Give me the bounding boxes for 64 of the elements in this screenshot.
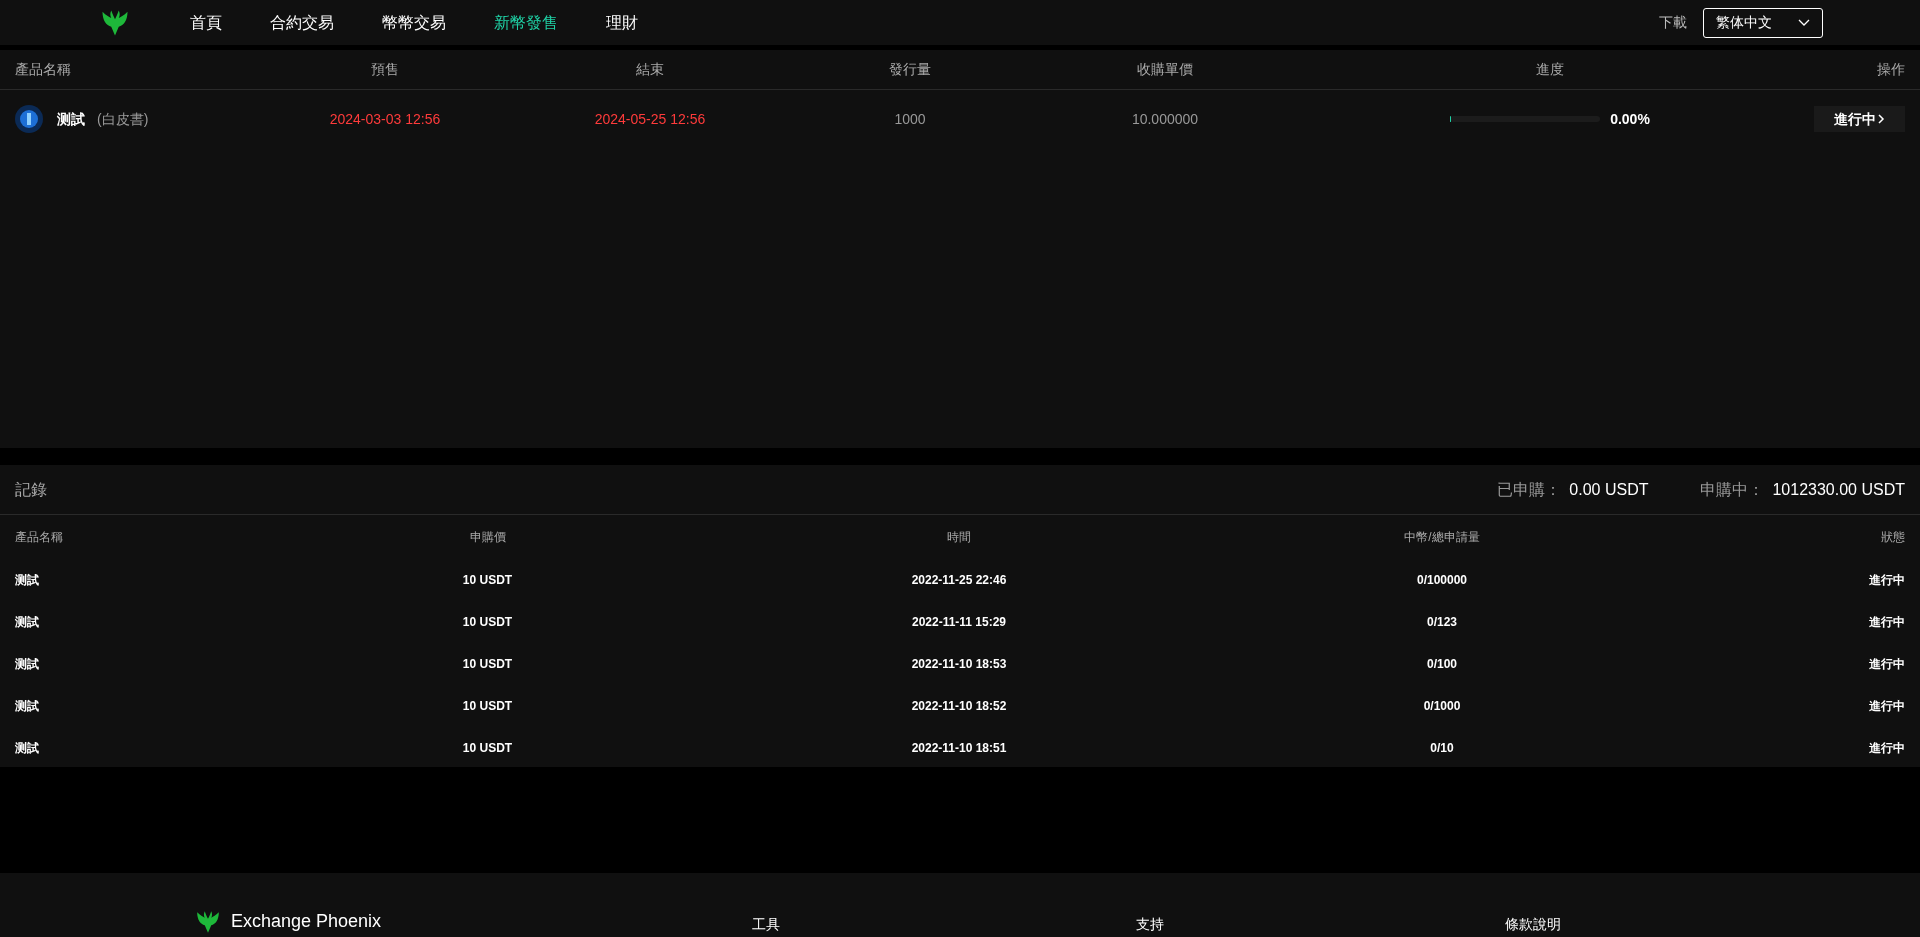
footer-heading: 支持 [1134,915,1165,934]
table-cell-text: 0/123 [1426,614,1458,631]
column-header: 中幣/總申請量 [1403,529,1481,546]
table-cell-text: 0/100 [1426,656,1458,673]
language-select[interactable]: 繁体中文 [1703,7,1823,38]
nav-link[interactable]: 幣幣交易 [382,10,446,35]
records-title: 記錄 [15,479,47,500]
table-cell-text: 進行中 [1868,656,1905,673]
column-header: 時間 [946,529,972,546]
subscribed-label: 已申購： [1497,479,1562,500]
column-header: 狀態 [1880,529,1905,546]
column-header: 預售 [370,60,400,79]
status-button[interactable]: 進行中 [1814,106,1905,132]
table-cell-text: 测試 [15,614,40,631]
presale-date: 2024-03-03 12:56 [328,109,442,129]
product-name: 测試 [57,109,85,129]
table-cell-text: 10 USDT [461,740,514,757]
pending-label: 申購中： [1700,479,1765,500]
table-cell-text: 2022-11-25 22:46 [910,572,1008,589]
coin-icon [15,105,43,133]
brand-name: Exchange Phoenix [231,910,382,933]
whitepaper-link[interactable]: (白皮書) [97,108,149,130]
table-cell-text: 進行中 [1868,572,1905,589]
table-cell-text: 测試 [15,698,40,715]
end-date: 2024-05-25 12:56 [593,109,707,129]
table-cell-text: 测試 [15,740,40,757]
table-cell-text: 0/100000 [1415,572,1469,589]
nav-link[interactable]: 新幣發售 [494,10,558,35]
footer-heading: 條款說明 [1504,915,1563,934]
column-header: 收購單價 [1136,60,1194,79]
table-cell-text: 测試 [15,572,40,589]
table-cell-text: 10 USDT [461,614,514,631]
column-header: 產品名稱 [15,60,72,79]
table-cell-text: 2022-11-11 15:29 [910,614,1008,631]
table-cell-text: 2022-11-10 18:52 [910,698,1008,715]
chevron-down-icon [1798,18,1810,27]
chevron-right-icon [1878,114,1885,124]
footer-heading: 工具 [751,915,782,934]
progress-percent: 0.00% [1610,109,1650,129]
table-cell-text: 進行中 [1868,614,1905,631]
column-header: 結束 [635,60,665,79]
subscribed-value: 0.00 USDT [1569,479,1649,500]
column-header: 操作 [1876,60,1905,79]
table-cell-text: 10 USDT [461,698,514,715]
nav-link[interactable]: 首頁 [190,10,222,35]
unit-price: 10.000000 [1130,109,1200,129]
column-header: 發行量 [888,60,932,79]
supply-amount: 1000 [893,109,927,129]
table-cell-text: 10 USDT [461,572,514,589]
download-link[interactable]: 下載 [1659,12,1687,33]
table-cell-text: 進行中 [1868,698,1905,715]
column-header: 申購價 [468,529,507,546]
table-cell-text: 0/1000 [1422,698,1462,715]
nav-link[interactable]: 合約交易 [270,10,334,35]
column-header: 產品名稱 [15,529,64,546]
column-header: 進度 [1535,60,1565,79]
table-cell-text: 2022-11-10 18:51 [910,740,1008,757]
table-cell-text: 2022-11-10 18:53 [910,656,1008,673]
table-cell-text: 0/10 [1429,740,1455,757]
table-cell-text: 10 USDT [461,656,514,673]
table-cell-text: 進行中 [1868,740,1905,757]
pending-value: 1012330.00 USDT [1772,479,1905,500]
nav-link[interactable]: 理財 [606,10,638,35]
table-cell-text: 测試 [15,656,40,673]
